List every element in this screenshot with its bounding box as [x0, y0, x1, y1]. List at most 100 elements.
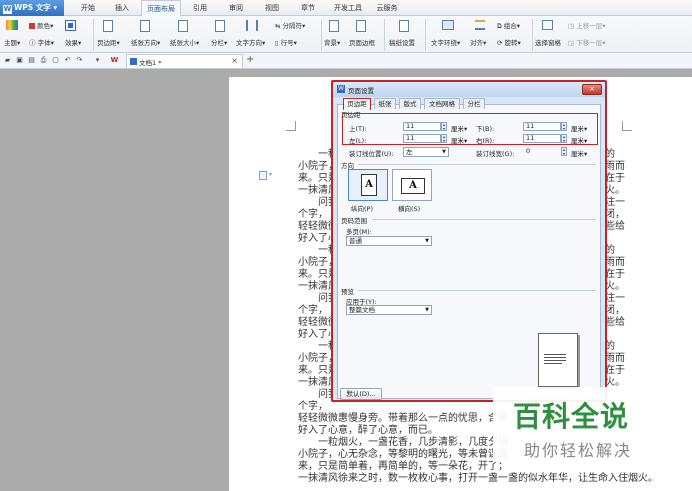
size-icon[interactable] [178, 20, 188, 32]
tab-sections[interactable]: 章节 [298, 0, 318, 16]
portrait-option[interactable]: A [348, 169, 388, 201]
page-border-icon[interactable] [356, 20, 366, 32]
doc-text-line: 在于 [605, 365, 625, 376]
margin-corner-marker [286, 121, 296, 131]
top-margin-input[interactable]: 11 [403, 122, 441, 131]
doc-text-line: 雨而 [605, 257, 625, 268]
orientation-button[interactable]: 纸张方向▾ [131, 37, 160, 47]
left-margin-stepper[interactable]: ▴ ▾ [441, 134, 447, 143]
doc-text-line: 雨而 [605, 353, 625, 364]
landscape-option[interactable]: A [392, 169, 432, 201]
margins-button[interactable]: 页边距▾ [97, 37, 120, 47]
tab-page-layout[interactable]: 页面布局 [141, 0, 181, 17]
unit-select[interactable]: 厘米▾ [451, 123, 467, 133]
gutter-width-stepper[interactable]: ▴ ▾ [561, 147, 567, 156]
font-button[interactable]: ⓘ 字体▾ [29, 37, 54, 47]
tab-references[interactable]: 引用 [190, 0, 210, 16]
menu-bar: W WPS 文字 ▾ 开始 插入 页面布局 引用 审阅 视图 章节 开发工具 云服… [0, 0, 692, 17]
columns-button[interactable]: 分栏▾ [211, 37, 227, 47]
open-icon[interactable]: ▰ [3, 56, 12, 65]
draft-grid-icon[interactable] [399, 20, 409, 32]
preview-line [544, 357, 566, 358]
unit-select[interactable]: 厘米▾ [571, 123, 587, 133]
tab-doc-grid[interactable]: 文档网格 [424, 98, 460, 109]
draft-grid-button[interactable]: 稿纸设置 [389, 37, 415, 47]
unit-select[interactable]: 厘米▾ [571, 135, 587, 145]
redo-icon[interactable]: ↷ [75, 56, 84, 65]
tab-layout[interactable]: 版式 [399, 98, 421, 109]
group-button[interactable]: ⧉ 组合▾ [497, 20, 520, 31]
app-menu-button[interactable]: W WPS 文字 ▾ [0, 0, 64, 16]
undo-icon[interactable]: ↶ [63, 56, 72, 65]
document-tab-label: 文档1 * [139, 59, 162, 67]
align-icon[interactable] [475, 20, 485, 30]
close-button[interactable]: × [582, 84, 602, 95]
right-margin-stepper[interactable]: ▴ ▾ [561, 134, 567, 143]
effect-icon[interactable] [65, 20, 76, 31]
theme-icon[interactable] [6, 20, 18, 30]
preview-thumbnail [538, 333, 578, 387]
left-margin-input[interactable]: 11 [403, 134, 441, 143]
export-pdf-icon[interactable]: ▤ [27, 56, 36, 65]
margins-icon[interactable] [103, 20, 113, 32]
new-tab-icon[interactable]: + [246, 54, 254, 65]
tab-review[interactable]: 审阅 [226, 0, 246, 16]
tab-home[interactable]: 开始 [78, 0, 98, 16]
customize-icon[interactable]: ▾ [93, 56, 102, 65]
bottom-margin-stepper[interactable]: ▴ ▾ [561, 122, 567, 131]
page-border-button[interactable]: 页面边框 [349, 37, 375, 47]
close-tab-icon[interactable]: × [231, 56, 238, 65]
default-button[interactable]: 默认(D)... [340, 388, 382, 400]
save-icon[interactable]: ▣ [15, 56, 24, 65]
columns-icon[interactable] [215, 20, 225, 32]
effect-button[interactable]: 效果▾ [65, 37, 81, 47]
dialog-title-bar[interactable]: W 页面设置 × [333, 82, 605, 97]
bring-forward-button[interactable]: ◳ 上移一层▾ [568, 20, 605, 30]
selection-pane-button[interactable]: 选择窗格 [535, 37, 561, 47]
background-icon[interactable] [329, 20, 339, 32]
wrap-button[interactable]: 文字环绕▾ [431, 37, 460, 47]
align-button[interactable]: 对齐▾ [470, 37, 486, 47]
tab-cloud[interactable]: 云服务 [374, 0, 400, 16]
document-icon [130, 58, 137, 65]
ribbon: 主题▾ 颜色▾ ⓘ 字体▾ 效果▾ 页边距▾ 纸张方向▾ 纸张大小▾ 分栏▾ 文… [0, 16, 692, 53]
gutter-width-input[interactable]: 0 [523, 147, 561, 156]
tab-view[interactable]: 视图 [262, 0, 282, 16]
watermark-subtitle: 助你轻松解决 [524, 441, 633, 460]
doc-text-line: 些给 [605, 221, 625, 232]
preview-icon[interactable]: ▢ [51, 56, 60, 65]
multiple-pages-select[interactable]: 普通 ▼ [346, 236, 432, 246]
tab-paper[interactable]: 纸张 [374, 98, 396, 109]
apply-to-select[interactable]: 整篇文档 ▼ [346, 305, 432, 315]
unit-select[interactable]: 厘米▾ [571, 148, 587, 158]
right-margin-input[interactable]: 11 [523, 134, 561, 143]
tab-columns[interactable]: 分栏 [463, 98, 485, 109]
wrap-icon[interactable] [442, 20, 454, 30]
color-button[interactable]: 颜色▾ [29, 20, 53, 30]
line-number-button[interactable]: ▯ 行号▾ [275, 37, 297, 47]
chevron-down-icon: ▼ [425, 238, 429, 244]
text-direction-icon[interactable] [246, 20, 258, 31]
unit-select[interactable]: 厘米▾ [451, 135, 467, 145]
orientation-icon[interactable] [140, 20, 150, 32]
rotate-button[interactable]: ⟳ 旋转▾ [497, 37, 521, 47]
send-backward-button[interactable]: ◲ 下移一层▾ [568, 37, 605, 47]
print-icon[interactable]: ⎙ [39, 56, 48, 65]
doc-text-line: 轻轻微微惠慢身旁。带着那么一点的忧思，含着 [298, 413, 508, 424]
selection-pane-icon[interactable] [542, 20, 553, 30]
paragraph-marker-icon[interactable] [259, 171, 267, 180]
tab-insert[interactable]: 插入 [112, 0, 132, 16]
background-button[interactable]: 背景▾ [324, 37, 340, 47]
bottom-margin-input[interactable]: 11 [523, 122, 561, 131]
theme-button[interactable]: 主题▾ [4, 37, 20, 47]
margin-corner-marker [622, 121, 632, 131]
top-margin-stepper[interactable]: ▴ ▾ [441, 122, 447, 131]
gutter-position-select[interactable]: 左 ▼ [403, 147, 449, 157]
tab-developer[interactable]: 开发工具 [331, 0, 365, 16]
text-direction-button[interactable]: 文字方向▾ [236, 37, 265, 47]
wps-w-icon[interactable]: W [110, 56, 119, 65]
document-tab[interactable]: 文档1 * × [126, 54, 243, 68]
separator-button[interactable]: ⇆ 分隔符▾ [275, 20, 305, 30]
size-button[interactable]: 纸张大小▾ [170, 37, 199, 47]
doc-text-line: 闭， [605, 305, 625, 316]
